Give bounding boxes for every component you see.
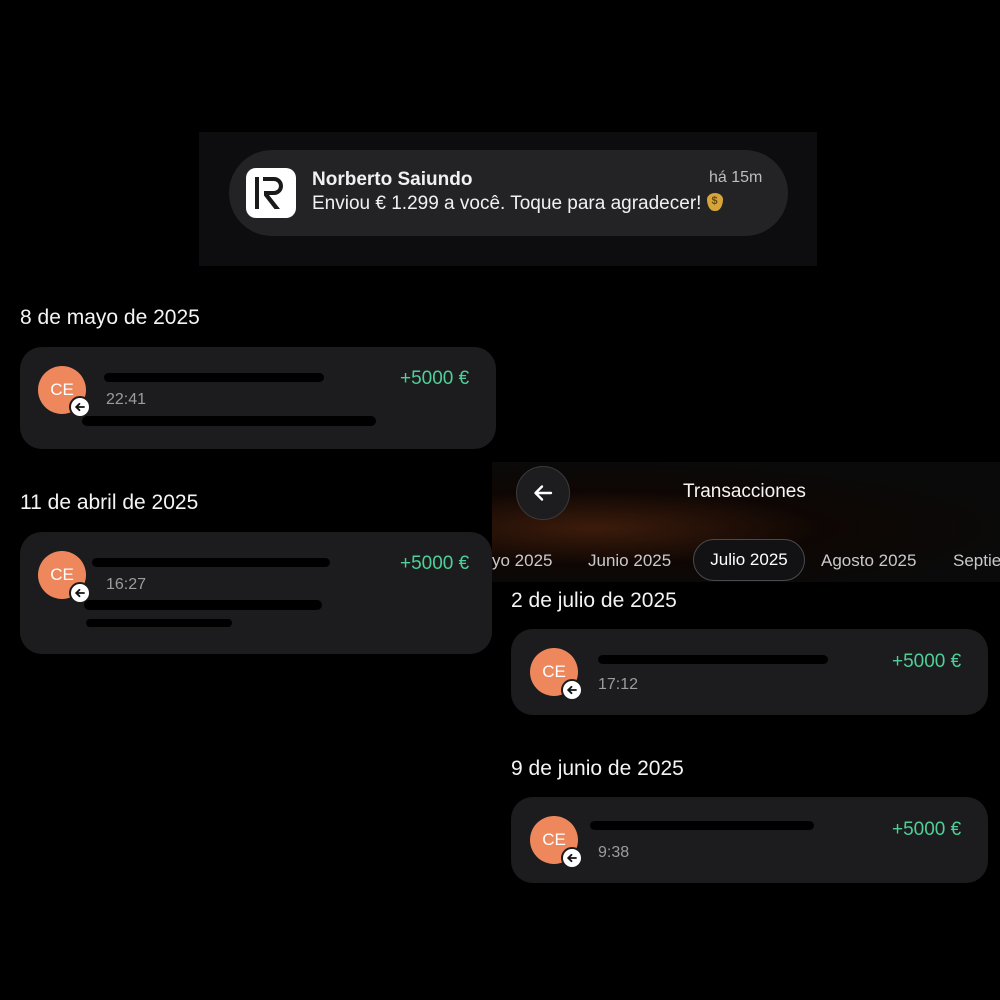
- back-button[interactable]: [516, 466, 570, 520]
- date-heading: 2 de julio de 2025: [511, 589, 677, 612]
- redacted-name: [92, 558, 330, 567]
- transaction-time: 22:41: [106, 391, 147, 408]
- redacted-description: [82, 416, 376, 426]
- redacted-description: [86, 619, 232, 627]
- incoming-arrow-icon: [561, 679, 583, 701]
- redacted-name: [104, 373, 324, 382]
- redacted-description: [84, 600, 322, 610]
- tab-septiembre[interactable]: Septie: [953, 551, 1000, 571]
- notification-time: há 15m: [709, 169, 763, 186]
- incoming-arrow-icon: [69, 396, 91, 418]
- notification-message: Enviou € 1.299 a você. Toque para agrade…: [312, 193, 702, 214]
- tab-agosto[interactable]: Agosto 2025: [821, 551, 916, 571]
- transaction-amount: +5000 €: [400, 553, 470, 574]
- page-title: Transacciones: [683, 481, 806, 502]
- transaction-amount: +5000 €: [400, 368, 470, 389]
- transaction-time: 16:27: [106, 576, 147, 593]
- transaction-card[interactable]: [20, 347, 496, 449]
- date-heading: 8 de mayo de 2025: [20, 306, 200, 329]
- app-logo-icon: [246, 168, 296, 218]
- transaction-time: 17:12: [598, 676, 639, 693]
- money-bag-icon: [707, 193, 724, 211]
- transaction-amount: +5000 €: [892, 819, 962, 840]
- redacted-name: [590, 821, 814, 830]
- date-heading: 9 de junio de 2025: [511, 757, 684, 780]
- notification-message-row: Enviou € 1.299 a você. Toque para agrade…: [312, 193, 724, 215]
- incoming-arrow-icon: [561, 847, 583, 869]
- tab-mayo[interactable]: yo 2025: [492, 551, 553, 571]
- transaction-amount: +5000 €: [892, 651, 962, 672]
- date-heading: 11 de abril de 2025: [20, 491, 199, 514]
- redacted-name: [598, 655, 828, 664]
- notification-sender: Norberto Saiundo: [312, 169, 473, 190]
- tab-junio[interactable]: Junio 2025: [588, 551, 671, 571]
- back-arrow-icon: [534, 485, 553, 501]
- transaction-time: 9:38: [598, 844, 630, 861]
- tab-julio[interactable]: Julio 2025: [693, 539, 805, 581]
